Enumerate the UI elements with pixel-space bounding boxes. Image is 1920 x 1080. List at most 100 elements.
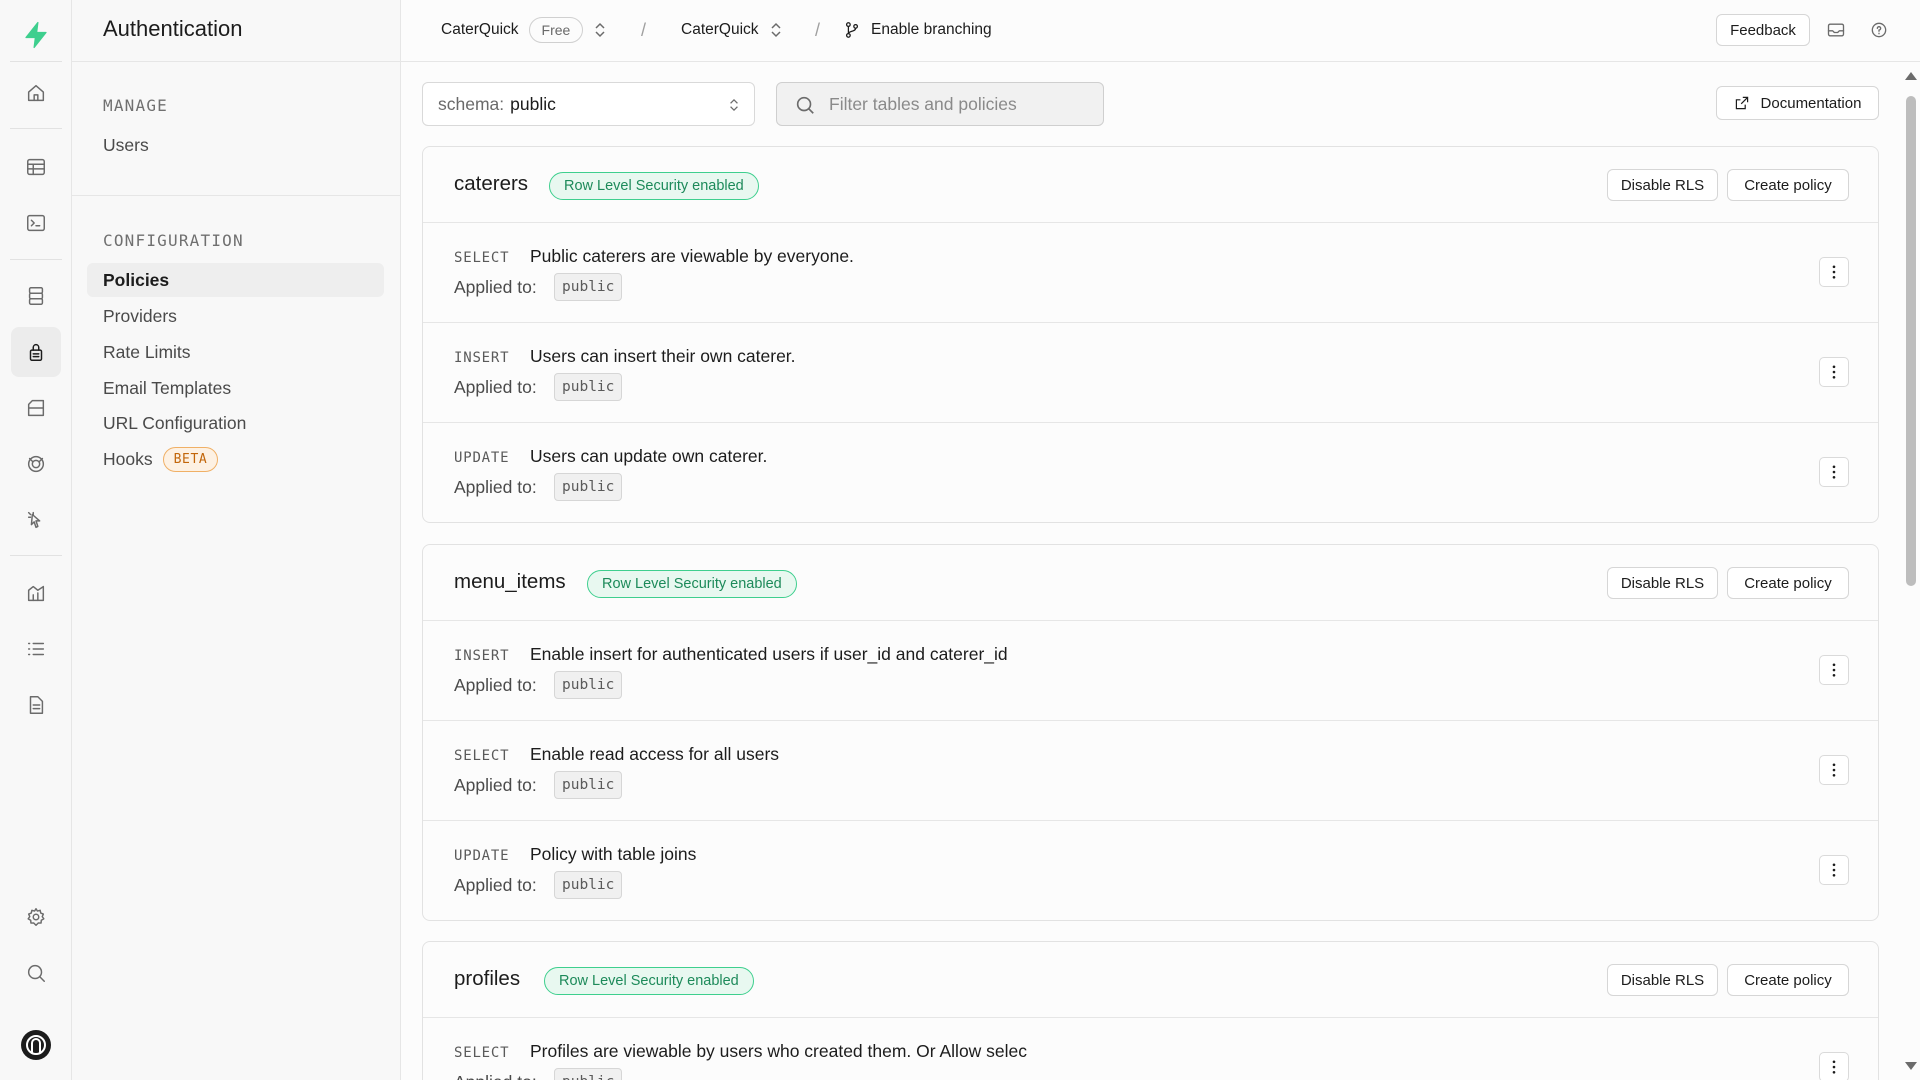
more-vertical-icon (1832, 1060, 1836, 1074)
database-icon[interactable] (11, 271, 61, 321)
policy-command: INSERT (454, 648, 510, 664)
sidebar-item-users[interactable]: Users (87, 128, 384, 162)
sidebar-item-label: Hooks (103, 448, 153, 469)
more-vertical-icon (1832, 863, 1836, 877)
user-avatar-icon[interactable] (11, 1020, 61, 1070)
more-options-button[interactable] (1819, 257, 1849, 287)
logs-icon[interactable] (11, 624, 61, 674)
scrollbar-thumb[interactable] (1906, 96, 1916, 586)
more-vertical-icon (1832, 763, 1836, 777)
feedback-button[interactable]: Feedback (1716, 14, 1810, 46)
more-vertical-icon (1832, 265, 1836, 279)
role-tag: public (554, 373, 623, 401)
project-name: CaterQuick (681, 21, 759, 38)
table-editor-icon[interactable] (11, 142, 61, 192)
table-card-header: profiles Row Level Security enabled Disa… (423, 942, 1878, 1018)
top-bar: CaterQuick Free / CaterQuick / Enable br… (401, 0, 1920, 62)
policy-command: SELECT (454, 1045, 510, 1061)
table-card-header: caterers Row Level Security enabled Disa… (423, 147, 1878, 223)
external-link-icon (1735, 96, 1748, 110)
filter-search-box (776, 82, 1104, 126)
sidebar-item-label: Email Templates (103, 377, 232, 398)
policy-row[interactable]: SELECT Enable read access for all users … (423, 721, 1878, 821)
policy-command: SELECT (454, 748, 510, 764)
disable-rls-button[interactable]: Disable RLS (1607, 964, 1718, 996)
sidebar-item-policies[interactable]: Policies (87, 263, 384, 297)
section-configuration-title: CONFIGURATION (103, 231, 244, 250)
disable-rls-button[interactable]: Disable RLS (1607, 567, 1718, 599)
sidebar-item-label: Rate Limits (103, 341, 191, 362)
filter-tables-input[interactable] (829, 93, 1089, 115)
enable-branching-label: Enable branching (871, 21, 992, 38)
documentation-button[interactable]: Documentation (1716, 86, 1879, 120)
authentication-icon[interactable] (11, 327, 61, 377)
more-options-button[interactable] (1819, 655, 1849, 685)
sidebar-item-hooks[interactable]: Hooks BETA (87, 442, 384, 476)
breadcrumb-separator: / (815, 19, 821, 40)
policy-row[interactable]: INSERT Enable insert for authenticated u… (423, 621, 1878, 721)
settings-icon[interactable] (11, 892, 61, 942)
role-tag: public (554, 671, 623, 699)
org-selector[interactable]: CaterQuick Free (441, 0, 607, 60)
org-name: CaterQuick (441, 21, 519, 38)
more-options-button[interactable] (1819, 755, 1849, 785)
chevron-up-down-icon (595, 22, 605, 38)
api-docs-icon[interactable] (11, 680, 61, 730)
search-icon (796, 96, 814, 114)
create-policy-button[interactable]: Create policy (1727, 964, 1849, 996)
policy-name: Users can update own caterer. (530, 446, 768, 466)
policy-row[interactable]: SELECT Public caterers are viewable by e… (423, 223, 1878, 323)
home-icon[interactable] (11, 68, 61, 118)
scroll-up-arrow-icon[interactable] (1905, 72, 1917, 80)
more-options-button[interactable] (1819, 357, 1849, 387)
policy-command: UPDATE (454, 450, 510, 466)
create-policy-button[interactable]: Create policy (1727, 169, 1849, 201)
sidebar-item-url-configuration[interactable]: URL Configuration (87, 406, 384, 440)
storage-icon[interactable] (11, 383, 61, 433)
section-manage-title: MANAGE (103, 96, 168, 115)
help-icon[interactable] (1869, 20, 1889, 45)
scroll-down-arrow-icon[interactable] (1905, 1062, 1917, 1070)
policy-command: INSERT (454, 350, 510, 366)
more-options-button[interactable] (1819, 855, 1849, 885)
edge-functions-icon[interactable] (11, 495, 61, 545)
table-card-menu-items: menu_items Row Level Security enabled Di… (422, 544, 1879, 921)
role-tag: public (554, 273, 623, 301)
policy-name: Policy with table joins (530, 844, 697, 864)
policy-row[interactable]: INSERT Users can insert their own catere… (423, 323, 1878, 423)
sql-editor-icon[interactable] (11, 198, 61, 248)
policy-row[interactable]: UPDATE Users can update own caterer. App… (423, 423, 1878, 522)
reports-icon[interactable] (11, 568, 61, 618)
schema-select[interactable]: schema: public (422, 82, 755, 126)
vertical-scrollbar[interactable] (1900, 62, 1920, 1080)
breadcrumb-separator: / (641, 19, 647, 40)
policy-command: UPDATE (454, 848, 510, 864)
search-icon[interactable] (11, 948, 61, 998)
table-card-profiles: profiles Row Level Security enabled Disa… (422, 941, 1879, 1080)
sidebar-item-rate-limits[interactable]: Rate Limits (87, 335, 384, 369)
policy-row[interactable]: UPDATE Policy with table joins Applied t… (423, 821, 1878, 920)
sidebar-title: Authentication (103, 16, 243, 41)
policy-name: Public caterers are viewable by everyone… (530, 246, 854, 266)
more-vertical-icon (1832, 663, 1836, 677)
sidebar-item-email-templates[interactable]: Email Templates (87, 371, 384, 405)
project-selector[interactable]: CaterQuick (681, 0, 783, 60)
policy-name: Profiles are viewable by users who creat… (530, 1041, 1028, 1061)
policy-row[interactable]: SELECT Profiles are viewable by users wh… (423, 1018, 1878, 1080)
more-options-button[interactable] (1819, 1052, 1849, 1080)
plan-badge: Free (528, 17, 584, 43)
beta-badge: BETA (162, 446, 219, 472)
sidebar-item-providers[interactable]: Providers (87, 299, 384, 333)
disable-rls-button[interactable]: Disable RLS (1607, 169, 1718, 201)
rls-status-badge: Row Level Security enabled (544, 967, 754, 995)
create-policy-button[interactable]: Create policy (1727, 567, 1849, 599)
role-tag: public (554, 1068, 623, 1080)
inbox-icon[interactable] (1826, 20, 1846, 45)
more-options-button[interactable] (1819, 457, 1849, 487)
applied-to-label: Applied to: (454, 775, 537, 795)
realtime-icon[interactable] (11, 439, 61, 489)
applied-to-label: Applied to: (454, 377, 537, 397)
enable-branching-button[interactable]: Enable branching (843, 0, 992, 60)
schema-value: public (510, 93, 556, 114)
supabase-logo-icon[interactable] (11, 10, 61, 60)
